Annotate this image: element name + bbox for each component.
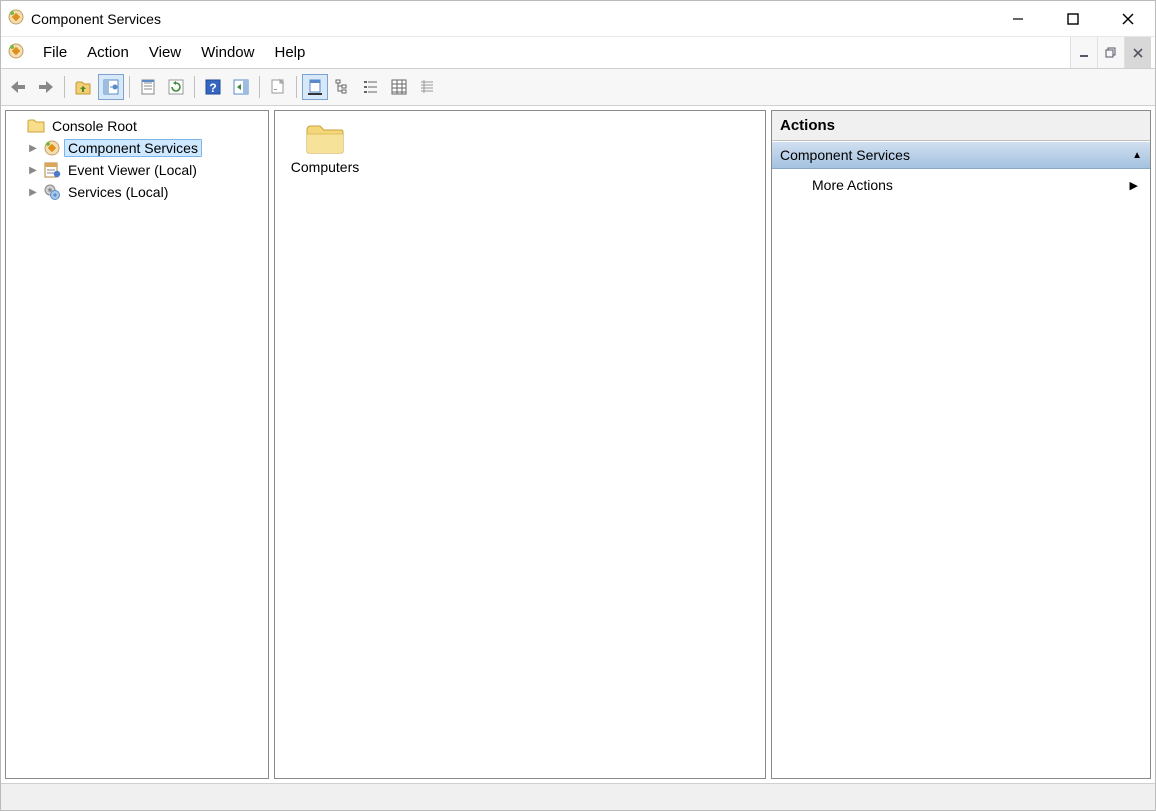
folder-icon [26, 118, 46, 134]
svg-text:?: ? [209, 81, 216, 95]
close-button[interactable] [1100, 1, 1155, 36]
back-button[interactable] [5, 74, 31, 100]
chevron-right-icon: ▶ [1130, 179, 1138, 192]
chevron-right-icon[interactable]: ▶ [26, 165, 40, 176]
properties-button[interactable] [135, 74, 161, 100]
new-window-button[interactable] [265, 74, 291, 100]
minimize-button[interactable] [990, 1, 1045, 36]
menu-action[interactable]: Action [77, 40, 139, 65]
chevron-right-icon[interactable]: ▶ [26, 143, 40, 154]
folder-item-computers[interactable]: Computers [285, 121, 365, 175]
menu-file[interactable]: File [33, 40, 77, 65]
maximize-button[interactable] [1045, 1, 1100, 36]
event-viewer-icon [42, 161, 62, 179]
actions-panel: Actions Component Services ▲ More Action… [771, 110, 1151, 779]
menu-bar: File Action View Window Help [1, 37, 1155, 69]
tree-node-event-viewer[interactable]: ▶ Event Viewer (Local) [22, 159, 268, 181]
menu-help[interactable]: Help [264, 40, 315, 65]
tree-node-label: Component Services [64, 139, 202, 157]
view-list-button[interactable] [358, 74, 384, 100]
folder-icon [305, 121, 345, 155]
mdi-restore-button[interactable] [1098, 37, 1125, 68]
view-detail-button[interactable] [386, 74, 412, 100]
mdi-close-button[interactable] [1125, 37, 1151, 68]
refresh-button[interactable] [163, 74, 189, 100]
status-bar [1, 783, 1155, 810]
collapse-up-icon: ▲ [1132, 150, 1142, 161]
toolbar: ? [1, 69, 1155, 106]
app-icon [7, 8, 25, 29]
show-hide-tree-button[interactable] [98, 74, 124, 100]
console-tree-panel: Console Root ▶ Component Services ▶ [5, 110, 269, 779]
actions-section-label: Component Services [780, 147, 910, 163]
folder-item-label: Computers [285, 159, 365, 175]
tree-node-services[interactable]: ▶ Services (Local) [22, 181, 268, 203]
actions-item-more-actions[interactable]: More Actions ▶ [772, 169, 1150, 201]
component-services-icon [42, 139, 62, 157]
window-title: Component Services [31, 11, 161, 27]
services-icon [42, 183, 62, 201]
help-button[interactable]: ? [200, 74, 226, 100]
tree-node-component-services[interactable]: ▶ Component Services [22, 137, 268, 159]
result-panel: Computers [274, 110, 766, 779]
show-hide-action-button[interactable] [228, 74, 254, 100]
tree-node-label: Event Viewer (Local) [64, 161, 201, 179]
forward-button[interactable] [33, 74, 59, 100]
tree-root-label: Console Root [48, 117, 141, 135]
view-tree-button[interactable] [330, 74, 356, 100]
app-icon-small [7, 42, 25, 63]
menu-view[interactable]: View [139, 40, 191, 65]
chevron-right-icon[interactable]: ▶ [26, 187, 40, 198]
title-bar: Component Services [1, 1, 1155, 37]
tree-node-label: Services (Local) [64, 183, 172, 201]
mdi-minimize-button[interactable] [1071, 37, 1098, 68]
actions-section-title[interactable]: Component Services ▲ [772, 141, 1150, 169]
tree-root[interactable]: Console Root [6, 115, 268, 137]
menu-window[interactable]: Window [191, 40, 264, 65]
view-large-button[interactable] [414, 74, 440, 100]
view-status-button[interactable] [302, 74, 328, 100]
actions-item-label: More Actions [812, 177, 893, 193]
up-button[interactable] [70, 74, 96, 100]
actions-header: Actions [772, 111, 1150, 141]
